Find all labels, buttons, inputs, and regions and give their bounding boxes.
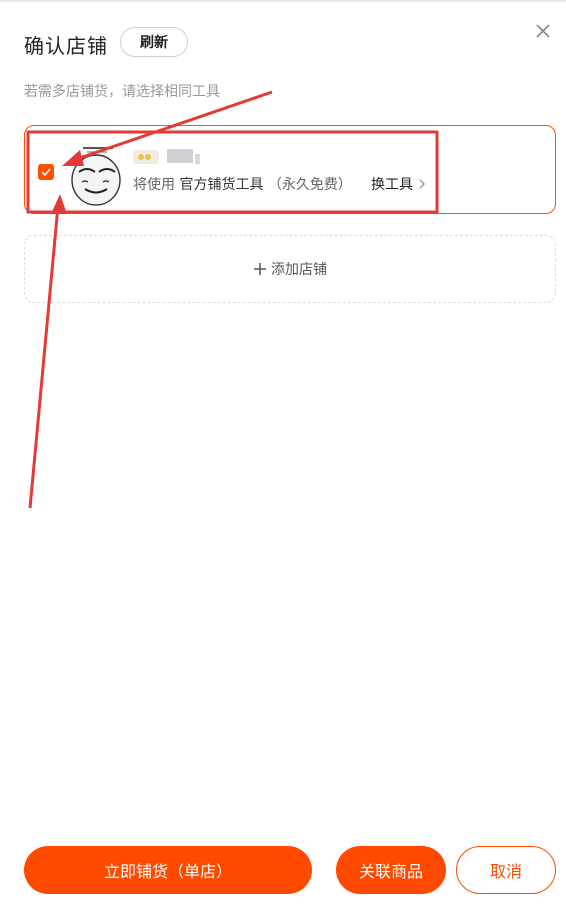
confirm-shop-dialog: 确认店铺 刷新 若需多店铺货，请选择相同工具 将使用 官方铺货工具 （永久免费）… [0, 0, 566, 912]
close-icon[interactable] [534, 22, 552, 40]
tool-info: 将使用 官方铺货工具 （永久免费） [133, 174, 352, 194]
tool-name: 官方铺货工具 [179, 177, 264, 193]
switch-tool-button[interactable]: 换工具 [371, 174, 426, 194]
tool-note: （永久免费） [267, 177, 352, 193]
check-icon [41, 168, 51, 177]
add-shop-label: 添加店铺 [271, 262, 327, 278]
refresh-button[interactable]: 刷新 [120, 27, 188, 57]
chevron-right-icon [419, 179, 425, 189]
switch-tool-label: 换工具 [371, 177, 413, 193]
shop-name-blurred [133, 149, 200, 164]
tool-prefix: 将使用 [133, 177, 175, 193]
cancel-button[interactable]: 取消 [456, 846, 556, 894]
link-product-button[interactable]: 关联商品 [336, 846, 446, 894]
shop-checkbox[interactable] [38, 164, 54, 180]
shop-avatar [65, 142, 129, 208]
shop-card[interactable]: 将使用 官方铺货工具 （永久免费） 换工具 [24, 125, 556, 214]
top-divider [0, 0, 566, 2]
publish-single-shop-button[interactable]: 立即铺货（单店） [24, 846, 312, 894]
hint-text: 若需多店铺货，请选择相同工具 [24, 84, 220, 100]
plus-icon [254, 263, 266, 275]
add-shop-button[interactable]: 添加店铺 [24, 235, 556, 303]
dialog-title: 确认店铺 [24, 34, 108, 58]
